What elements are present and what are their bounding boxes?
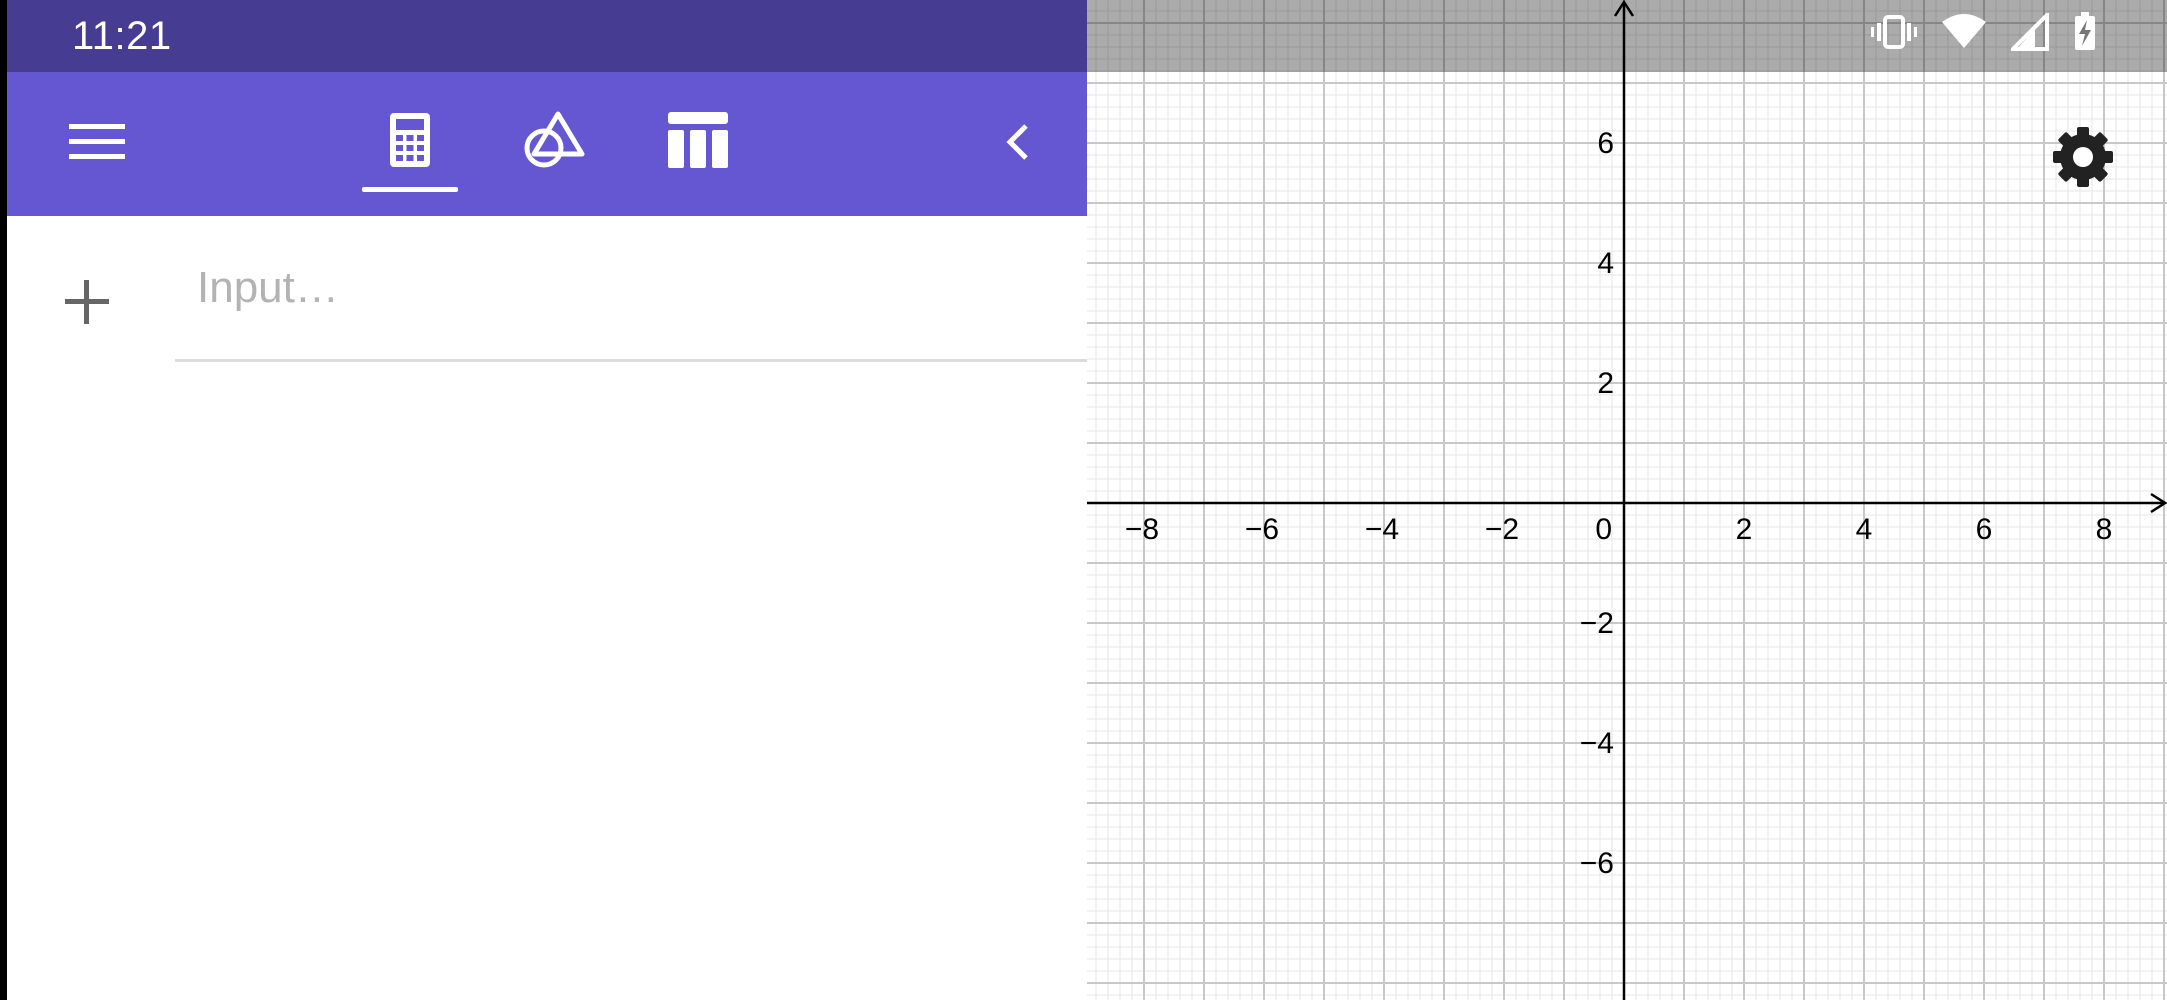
y-tick-label: 2 xyxy=(1597,367,1614,400)
tab-table[interactable] xyxy=(650,92,746,192)
plus-icon[interactable] xyxy=(47,262,127,342)
status-bar: 11:21 xyxy=(7,0,1087,72)
x-tick-label: 0 xyxy=(1595,513,1612,546)
x-tick-label: −8 xyxy=(1125,513,1159,546)
wifi-icon xyxy=(1941,14,1987,55)
x-tick-label: 6 xyxy=(1976,513,1993,546)
table-icon xyxy=(668,111,728,173)
x-tick-label: 8 xyxy=(2096,513,2113,546)
graph-canvas[interactable]: −8 −6 −4 −2 0 2 4 6 8 6 4 2 −2 −4 −6 xyxy=(1087,0,2167,1000)
algebra-input[interactable] xyxy=(197,258,1057,318)
vibrate-icon xyxy=(1871,15,1917,54)
status-bar-overlay xyxy=(1087,0,2167,72)
x-tick-label: −6 xyxy=(1245,513,1279,546)
chevron-left-icon[interactable] xyxy=(977,102,1057,182)
x-tick-label: −2 xyxy=(1485,513,1519,546)
x-tick-label: 2 xyxy=(1736,513,1753,546)
status-time: 11:21 xyxy=(72,14,172,58)
tab-algebra[interactable] xyxy=(362,92,458,192)
y-tick-label: −2 xyxy=(1580,607,1614,640)
screen-edge xyxy=(0,0,7,1000)
app-toolbar xyxy=(7,72,1087,216)
algebra-panel xyxy=(7,216,1087,1000)
cell-signal-icon xyxy=(2008,10,2049,56)
y-tick-label: 6 xyxy=(1597,127,1614,160)
y-tick-label: −6 xyxy=(1580,847,1614,880)
gear-icon[interactable] xyxy=(2050,124,2116,190)
graphics-view[interactable]: −8 −6 −4 −2 0 2 4 6 8 6 4 2 −2 −4 −6 xyxy=(1087,0,2167,1000)
x-tick-label: 4 xyxy=(1856,513,1873,546)
tab-selected-indicator xyxy=(362,187,458,192)
calculator-icon xyxy=(388,111,432,174)
y-tick-label: −4 xyxy=(1580,727,1614,760)
x-tick-label: −4 xyxy=(1365,513,1399,546)
tab-tools[interactable] xyxy=(506,92,602,192)
battery-charging-icon xyxy=(2073,12,2097,57)
hamburger-menu-icon[interactable] xyxy=(57,102,137,182)
algebra-input-row xyxy=(175,216,1087,362)
shapes-icon xyxy=(522,110,586,175)
y-tick-label: 4 xyxy=(1597,247,1614,280)
